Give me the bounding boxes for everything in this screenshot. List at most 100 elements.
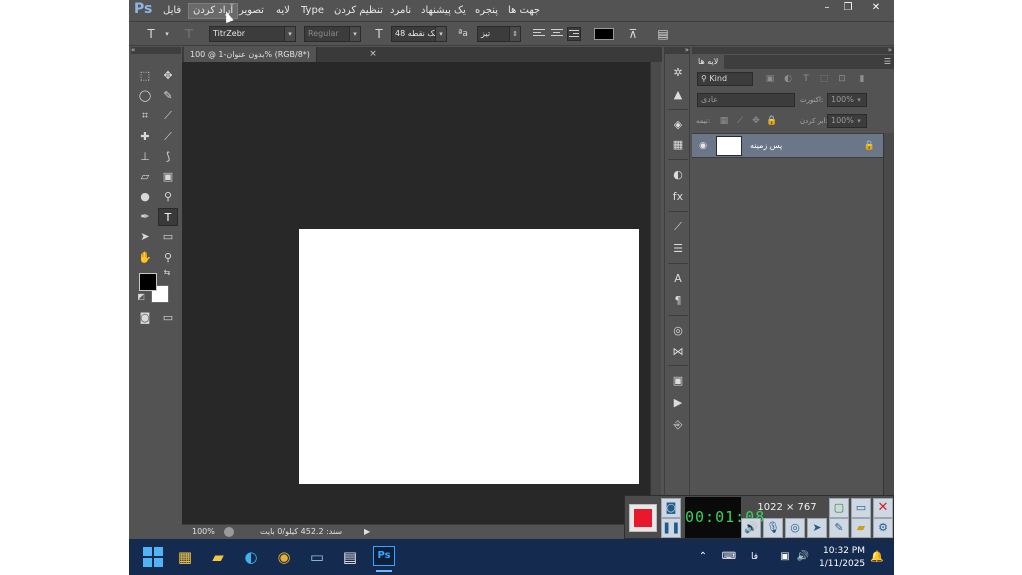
eye-icon[interactable]: ◉ bbox=[696, 140, 710, 152]
layer-row[interactable]: ◉ پس زمینه 🔒 bbox=[692, 133, 883, 158]
brush-presets-icon[interactable]: ⟋ bbox=[669, 219, 687, 235]
character-panel-dock-icon[interactable]: A bbox=[669, 271, 687, 287]
preset-dropdown-icon[interactable]: ▾ bbox=[159, 26, 175, 42]
layer-filter-select[interactable]: ⚲ Kind bbox=[697, 72, 753, 86]
tools-collapse-icon[interactable]: « bbox=[131, 47, 181, 54]
channels-panel-icon[interactable]: ◎ bbox=[669, 323, 687, 339]
canvas-workspace[interactable] bbox=[182, 62, 650, 524]
menu-image[interactable]: تصویر bbox=[239, 3, 264, 19]
windows-start-icon[interactable] bbox=[141, 545, 165, 569]
opacity-arrow-icon[interactable]: ▾ bbox=[853, 94, 865, 106]
menu-filter[interactable]: نامرد bbox=[390, 3, 411, 19]
marquee-tool-icon[interactable]: ⬚ bbox=[135, 67, 155, 85]
zoom-tool-icon[interactable]: ⚲ bbox=[158, 249, 178, 267]
document-tab[interactable]: بدون عنوان-1 @ 100% (RGB/8*) bbox=[184, 47, 317, 62]
notification-icon[interactable]: 🔔 bbox=[869, 549, 885, 565]
character-panel-icon[interactable]: ▤ bbox=[655, 26, 671, 42]
screen-mode-icon[interactable]: ▭ bbox=[158, 309, 178, 327]
tray-chevron-up-icon[interactable]: ⌃ bbox=[695, 549, 711, 565]
align-left-icon[interactable] bbox=[532, 27, 546, 41]
restore-button[interactable]: ❐ bbox=[838, 1, 858, 15]
swatches-panel-icon[interactable]: ▦ bbox=[669, 137, 687, 153]
warp-text-icon[interactable]: ⊼ bbox=[625, 26, 641, 42]
region-icon[interactable]: ▢ bbox=[829, 498, 849, 518]
type-tool-preset-icon[interactable]: T bbox=[143, 26, 159, 42]
webcam-icon[interactable]: ◎ bbox=[785, 518, 805, 538]
lock-all-icon[interactable]: 🔒 bbox=[766, 115, 778, 127]
text-color-swatch[interactable] bbox=[594, 28, 614, 40]
layers-collapse-icon[interactable]: » bbox=[692, 47, 894, 54]
menu-help[interactable]: جهت ها bbox=[508, 3, 540, 19]
paths-panel-icon[interactable]: ⋈ bbox=[669, 344, 687, 360]
adjustments-panel-icon[interactable]: ◐ bbox=[669, 167, 687, 183]
paragraph-panel-icon[interactable]: ¶ bbox=[669, 293, 687, 309]
blur-tool-icon[interactable]: ● bbox=[135, 188, 155, 206]
close-button[interactable]: ✕ bbox=[866, 1, 886, 15]
filter-pixel-icon[interactable]: ▣ bbox=[764, 73, 776, 85]
status-menu-arrow-icon[interactable]: ▶ bbox=[364, 525, 370, 539]
file-explorer-icon[interactable]: ▰ bbox=[206, 545, 230, 569]
volume-icon[interactable]: 🔊 bbox=[795, 549, 811, 565]
fill-arrow-icon[interactable]: ▾ bbox=[853, 115, 865, 127]
document-canvas[interactable] bbox=[299, 229, 639, 484]
actions-panel-icon[interactable]: ▶ bbox=[669, 395, 687, 411]
menu-layer[interactable]: لایه bbox=[276, 3, 290, 19]
menu-file[interactable]: فایل bbox=[163, 3, 181, 19]
pen-tool-icon[interactable]: ✒ bbox=[135, 208, 155, 226]
settings-gear-icon[interactable]: ⚙ bbox=[873, 518, 893, 538]
edge-browser-icon[interactable]: ◐ bbox=[239, 545, 263, 569]
healing-brush-tool-icon[interactable]: ✚ bbox=[135, 128, 155, 146]
lock-transparent-icon[interactable]: ▦ bbox=[718, 115, 730, 127]
store-icon[interactable]: ▦ bbox=[173, 545, 197, 569]
menu-window[interactable]: پنجره bbox=[475, 3, 498, 19]
dock-collapse-icon[interactable]: » bbox=[665, 47, 689, 54]
cursor-icon[interactable]: ➤ bbox=[807, 518, 827, 538]
filter-shape-icon[interactable]: ⬚ bbox=[818, 73, 830, 85]
blend-mode-select[interactable]: عادی bbox=[697, 93, 795, 107]
folder-icon[interactable]: ▰ bbox=[851, 518, 871, 538]
eraser-tool-icon[interactable]: ▱ bbox=[135, 168, 155, 186]
input-language[interactable]: فا bbox=[751, 549, 758, 565]
text-orientation-icon[interactable]: ⊤ bbox=[181, 26, 197, 42]
zoom-level[interactable]: 100% bbox=[192, 525, 215, 539]
filter-smart-object-icon[interactable]: ⊡ bbox=[836, 73, 848, 85]
gradient-tool-icon[interactable]: ▣ bbox=[158, 168, 178, 186]
tool-presets-icon[interactable]: ☰ bbox=[669, 241, 687, 257]
clock-date[interactable]: 1/11/2025 bbox=[819, 558, 865, 570]
layers-tab[interactable]: لایه ها bbox=[692, 55, 725, 69]
menu-adjust[interactable]: تنظیم کردن bbox=[334, 3, 383, 19]
eyedropper-tool-icon[interactable]: ⟋ bbox=[158, 107, 178, 125]
lock-position-icon[interactable]: ✥ bbox=[750, 115, 762, 127]
video-editor-icon[interactable]: ▤ bbox=[338, 545, 362, 569]
lasso-tool-icon[interactable]: ◯ bbox=[135, 87, 155, 105]
keyboard-icon[interactable]: ⌨ bbox=[721, 549, 737, 565]
pause-icon[interactable]: ❚❚ bbox=[661, 518, 681, 538]
font-size-arrow-icon[interactable]: ▾ bbox=[435, 26, 447, 42]
layers-scrollbar[interactable] bbox=[883, 133, 894, 538]
info-panel-icon[interactable]: ▣ bbox=[669, 373, 687, 389]
font-style-select[interactable]: Regular bbox=[304, 26, 352, 42]
antialias-arrow-icon[interactable]: ⇕ bbox=[509, 26, 521, 42]
status-info-icon[interactable] bbox=[224, 527, 234, 537]
3d-panel-icon[interactable]: ◈ bbox=[669, 117, 687, 133]
menu-type[interactable]: Type bbox=[301, 3, 324, 19]
minimize-button[interactable]: – bbox=[817, 1, 837, 15]
chrome-browser-icon[interactable]: ◉ bbox=[272, 545, 296, 569]
microphone-icon[interactable]: 🎙 bbox=[763, 518, 783, 538]
filter-adjustment-icon[interactable]: ◐ bbox=[782, 73, 794, 85]
history-panel-icon[interactable]: ✲ bbox=[669, 65, 687, 81]
photoshop-taskbar-icon[interactable]: Ps bbox=[373, 546, 395, 566]
image-viewer-icon[interactable]: ▭ bbox=[305, 545, 329, 569]
history-brush-tool-icon[interactable]: ⟆ bbox=[158, 148, 178, 166]
lock-image-icon[interactable]: ⟋ bbox=[734, 115, 746, 127]
canvas-vertical-scrollbar[interactable] bbox=[650, 62, 661, 524]
pen-draw-icon[interactable]: ✎ bbox=[829, 518, 849, 538]
quick-select-tool-icon[interactable]: ✎ bbox=[158, 87, 178, 105]
clock-time[interactable]: 10:32 PM bbox=[821, 545, 865, 557]
foreground-color-swatch[interactable] bbox=[139, 273, 157, 291]
network-icon[interactable]: ▣ bbox=[777, 549, 793, 565]
type-tool-icon[interactable]: T bbox=[158, 208, 178, 226]
filter-type-icon[interactable]: T bbox=[800, 73, 812, 85]
filter-toggle-icon[interactable]: ▮ bbox=[856, 73, 868, 85]
default-colors-icon[interactable]: ◩ bbox=[135, 291, 147, 303]
